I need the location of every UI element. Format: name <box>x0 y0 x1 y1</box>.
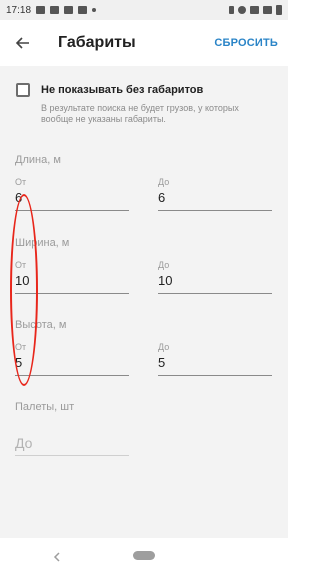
height-from-value[interactable]: 5 <box>15 354 129 372</box>
height-from-field[interactable]: От 5 <box>15 342 129 376</box>
back-arrow-icon <box>15 37 29 49</box>
height-from-underline <box>15 375 129 376</box>
nav-back-button[interactable] <box>50 548 64 566</box>
length-to-value[interactable]: 6 <box>158 189 272 207</box>
width-to-underline <box>158 293 272 294</box>
length-from-field[interactable]: От 6 <box>15 177 129 211</box>
height-label: Высота, м <box>15 319 67 331</box>
width-to-value[interactable]: 10 <box>158 272 272 290</box>
length-from-value[interactable]: 6 <box>15 189 129 207</box>
height-to-value[interactable]: 5 <box>158 354 272 372</box>
height-to-field[interactable]: До 5 <box>158 342 272 376</box>
width-label: Ширина, м <box>15 237 70 249</box>
length-label: Длина, м <box>15 154 61 166</box>
app-bar: Габариты СБРОСИТЬ <box>0 20 288 66</box>
pallets-to-placeholder[interactable]: До <box>15 434 129 452</box>
length-from-label: От <box>15 177 27 187</box>
page-title: Габариты <box>58 34 136 51</box>
length-to-underline <box>158 210 272 211</box>
status-time: 17:18 <box>6 4 32 16</box>
width-from-field[interactable]: От 10 <box>15 260 129 294</box>
gmail-icon <box>78 6 88 14</box>
no-dimensions-hint: В результате поиска не будет грузов, у к… <box>41 103 239 124</box>
status-bar: 17:18 <box>0 0 288 20</box>
length-to-label: До <box>158 177 170 187</box>
filter-content: Не показывать без габаритов В результате… <box>0 66 288 538</box>
length-to-field[interactable]: До 6 <box>158 177 272 211</box>
pallets-to-underline <box>15 455 129 456</box>
width-from-underline <box>15 293 129 294</box>
dot-icon <box>92 8 97 12</box>
no-dimensions-option[interactable]: Не показывать без габаритов <box>16 83 203 97</box>
pallets-label: Палеты, шт <box>15 401 75 413</box>
youtube-icon <box>50 6 60 14</box>
no-dimensions-label: Не показывать без габаритов <box>41 84 204 96</box>
width-from-value[interactable]: 10 <box>15 272 129 290</box>
width-to-field[interactable]: До 10 <box>158 260 272 294</box>
battery-icon <box>276 5 282 15</box>
bluetooth-icon <box>229 6 234 14</box>
height-to-label: До <box>158 342 170 352</box>
wifi-icon <box>250 6 259 14</box>
width-from-label: От <box>15 260 27 270</box>
pallets-to-field[interactable]: До <box>15 434 129 456</box>
reset-button[interactable]: СБРОСИТЬ <box>214 37 278 49</box>
nav-back-icon <box>53 552 60 562</box>
notification-icon <box>36 6 46 14</box>
signal-icon <box>263 6 272 14</box>
slack-icon <box>64 6 74 14</box>
vibrate-icon <box>238 6 246 14</box>
length-from-underline <box>15 210 129 211</box>
nav-home-icon[interactable] <box>133 551 155 560</box>
back-button[interactable] <box>0 20 44 66</box>
height-to-underline <box>158 375 272 376</box>
system-nav-bar <box>0 538 288 576</box>
checkbox-icon[interactable] <box>16 83 30 97</box>
height-from-label: От <box>15 342 27 352</box>
width-to-label: До <box>158 260 170 270</box>
